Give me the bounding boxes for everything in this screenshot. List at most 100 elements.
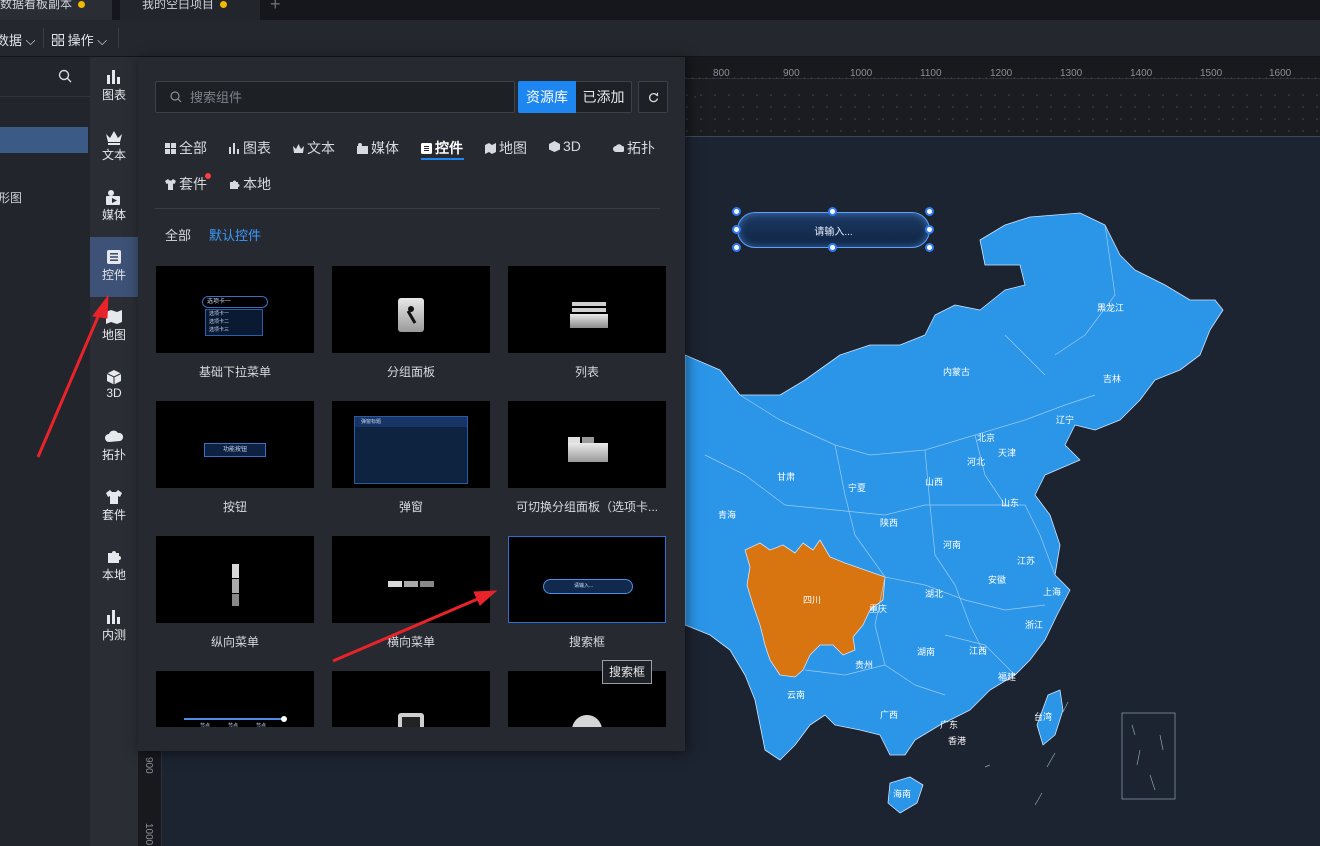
subfilter-default-controls[interactable]: 默认控件 bbox=[209, 225, 261, 244]
rail-item-kit[interactable]: 套件 bbox=[90, 477, 138, 537]
map-label: 吉林 bbox=[1103, 373, 1121, 384]
rail-item-control[interactable]: 控件 bbox=[90, 237, 138, 297]
canvas-search-widget[interactable]: 请输入... bbox=[732, 207, 934, 252]
map-label: 河北 bbox=[967, 456, 985, 467]
resize-handle[interactable] bbox=[732, 243, 741, 252]
search-icon[interactable] bbox=[58, 69, 72, 83]
map-label: 云南 bbox=[787, 689, 805, 700]
map-label: 青海 bbox=[718, 509, 736, 520]
component-thumbnail: 功能按钮 bbox=[156, 401, 314, 488]
layer-search[interactable] bbox=[0, 57, 90, 97]
south-sea-inset bbox=[984, 701, 1176, 806]
component-thumbnail: 弹窗标题 bbox=[332, 401, 490, 488]
tooltip: 搜索框 bbox=[602, 660, 653, 684]
resize-handle[interactable] bbox=[925, 243, 934, 252]
resize-handle[interactable] bbox=[828, 243, 837, 252]
resize-handle[interactable] bbox=[925, 207, 934, 216]
map-label: 安徽 bbox=[988, 574, 1006, 585]
component-thumbnail bbox=[508, 266, 666, 353]
rail-item-topology[interactable]: 拓扑 bbox=[90, 417, 138, 477]
map-label: 福建 bbox=[998, 671, 1016, 682]
map-label: 辽宁 bbox=[1056, 414, 1074, 425]
rail-item-beta[interactable]: 内测 bbox=[90, 597, 138, 657]
subfilter-all[interactable]: 全部 bbox=[165, 225, 191, 244]
component-thumbnail bbox=[156, 536, 314, 623]
map-label: 湖南 bbox=[917, 646, 935, 657]
map-label: 山西 bbox=[925, 477, 943, 487]
added-button[interactable]: 已添加 bbox=[576, 81, 632, 113]
map-icon bbox=[106, 310, 122, 324]
category-topology[interactable]: 拓扑 bbox=[613, 138, 655, 158]
rail-item-chart[interactable]: 图表 bbox=[90, 57, 138, 117]
rail-item-media[interactable]: 媒体 bbox=[90, 177, 138, 237]
media-icon bbox=[357, 143, 368, 154]
map-label: 贵州 bbox=[855, 659, 873, 670]
component-card-device[interactable] bbox=[332, 671, 490, 727]
map-label: 香港 bbox=[948, 735, 966, 746]
category-control[interactable]: 控件 bbox=[421, 138, 463, 158]
grid-icon bbox=[52, 34, 64, 46]
ops-menu[interactable]: 操作 ⌵ bbox=[52, 30, 107, 49]
category-3d[interactable]: 3D bbox=[549, 138, 581, 154]
chevron-down-icon: ⌵ bbox=[25, 33, 36, 48]
map-label: 浙江 bbox=[1025, 619, 1043, 630]
component-thumbnail: 节点 节点 节点 bbox=[156, 671, 314, 727]
component-search-input[interactable] bbox=[190, 82, 500, 112]
puzzle-icon bbox=[108, 551, 121, 563]
china-map[interactable]: 黑龙江 吉林 辽宁 内蒙古 北京 天津 河北 山西 山东 甘肃 宁夏 青海 陕西… bbox=[685, 205, 1320, 825]
layer-panel: 形图 bbox=[0, 57, 90, 846]
divider bbox=[155, 208, 660, 209]
resize-handle[interactable] bbox=[925, 225, 934, 234]
crown-icon bbox=[293, 144, 304, 153]
rail-item-text[interactable]: 文本 bbox=[90, 117, 138, 177]
map-label: 江西 bbox=[969, 646, 987, 656]
refresh-button[interactable] bbox=[638, 81, 668, 113]
resize-handle[interactable] bbox=[732, 207, 741, 216]
rail-item-map[interactable]: 地图 bbox=[90, 297, 138, 357]
data-menu[interactable]: 数据 ⌵ bbox=[0, 30, 36, 49]
layer-item-selected[interactable] bbox=[0, 127, 88, 153]
map-label: 陕西 bbox=[880, 517, 898, 528]
control-icon bbox=[421, 143, 432, 154]
component-search[interactable] bbox=[155, 81, 515, 113]
map-label: 湖北 bbox=[925, 589, 943, 599]
component-library-panel: 资源库 已添加 全部 图表 文本 媒体 控件 地图 3D 拓扑 套件 本地 全部… bbox=[138, 57, 685, 751]
category-map[interactable]: 地图 bbox=[485, 138, 527, 158]
rail-item-local[interactable]: 本地 bbox=[90, 537, 138, 597]
component-thumbnail bbox=[332, 671, 490, 727]
component-rail: 图表 文本 媒体 控件 地图 3D 拓扑 套件 本地 内测 bbox=[90, 57, 138, 846]
rail-item-3d[interactable]: 3D bbox=[90, 357, 138, 417]
component-thumbnail bbox=[332, 266, 490, 353]
category-kit[interactable]: 套件 bbox=[165, 174, 207, 194]
category-local[interactable]: 本地 bbox=[229, 174, 271, 194]
category-media[interactable]: 媒体 bbox=[357, 138, 399, 158]
category-all[interactable]: 全部 bbox=[165, 138, 207, 158]
resize-handle[interactable] bbox=[732, 225, 741, 234]
map-label: 重庆 bbox=[869, 603, 887, 614]
layer-item[interactable]: 形图 bbox=[0, 189, 22, 206]
map-region-main bbox=[685, 212, 1224, 761]
map-label: 甘肃 bbox=[777, 471, 795, 482]
tab-bar: 数据看板副本 我的空白项目 + bbox=[0, 0, 1320, 20]
cube-icon bbox=[549, 141, 560, 152]
cloud-icon bbox=[105, 430, 124, 442]
cube-icon bbox=[106, 370, 122, 385]
tab-blank-project[interactable]: 我的空白项目 bbox=[120, 0, 260, 20]
all-icon bbox=[165, 143, 176, 154]
component-thumbnail bbox=[508, 401, 666, 488]
category-chart[interactable]: 图表 bbox=[229, 138, 271, 158]
resource-library-button[interactable]: 资源库 bbox=[518, 81, 576, 113]
add-tab-icon[interactable]: + bbox=[270, 0, 281, 15]
map-label: 江苏 bbox=[1017, 555, 1035, 566]
chevron-down-icon: ⌵ bbox=[97, 33, 108, 48]
map-label: 广西 bbox=[880, 709, 898, 720]
component-card-slider[interactable]: 节点 节点 节点 bbox=[156, 671, 314, 727]
map-icon bbox=[485, 143, 496, 154]
map-label: 宁夏 bbox=[848, 482, 866, 493]
resize-handle[interactable] bbox=[828, 207, 837, 216]
category-text[interactable]: 文本 bbox=[293, 138, 335, 158]
shirt-icon bbox=[106, 490, 122, 504]
new-badge bbox=[205, 173, 211, 179]
map-label: 北京 bbox=[977, 432, 995, 443]
tab-dashboard-copy[interactable]: 数据看板副本 bbox=[0, 0, 112, 20]
